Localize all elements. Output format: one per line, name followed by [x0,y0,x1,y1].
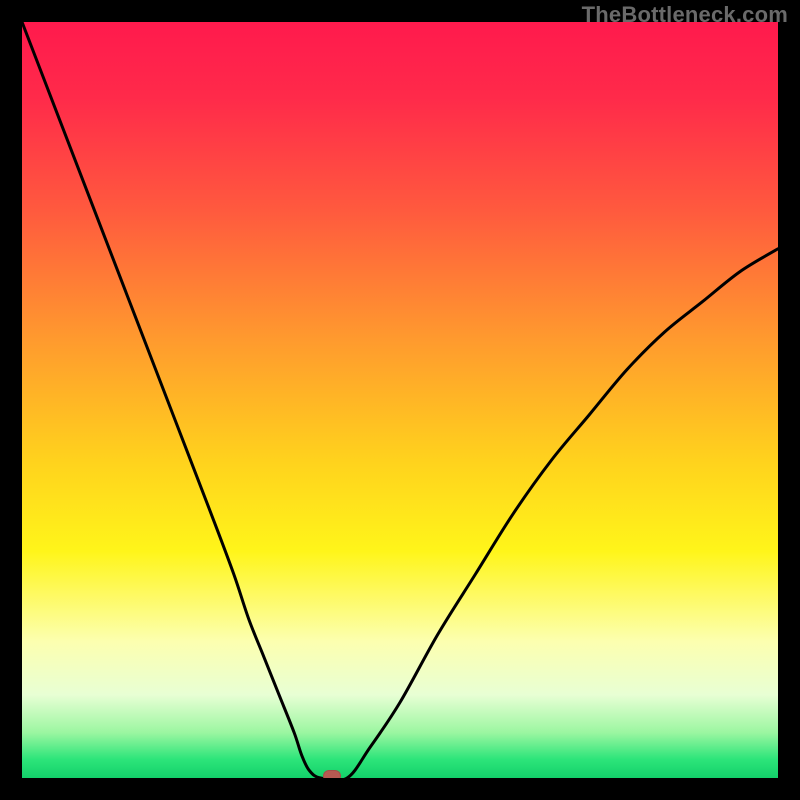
bottleneck-curve [22,22,778,778]
watermark-text: TheBottleneck.com [582,2,788,28]
optimal-point-marker [323,770,341,778]
plot-area [22,22,778,778]
chart-frame: TheBottleneck.com [0,0,800,800]
